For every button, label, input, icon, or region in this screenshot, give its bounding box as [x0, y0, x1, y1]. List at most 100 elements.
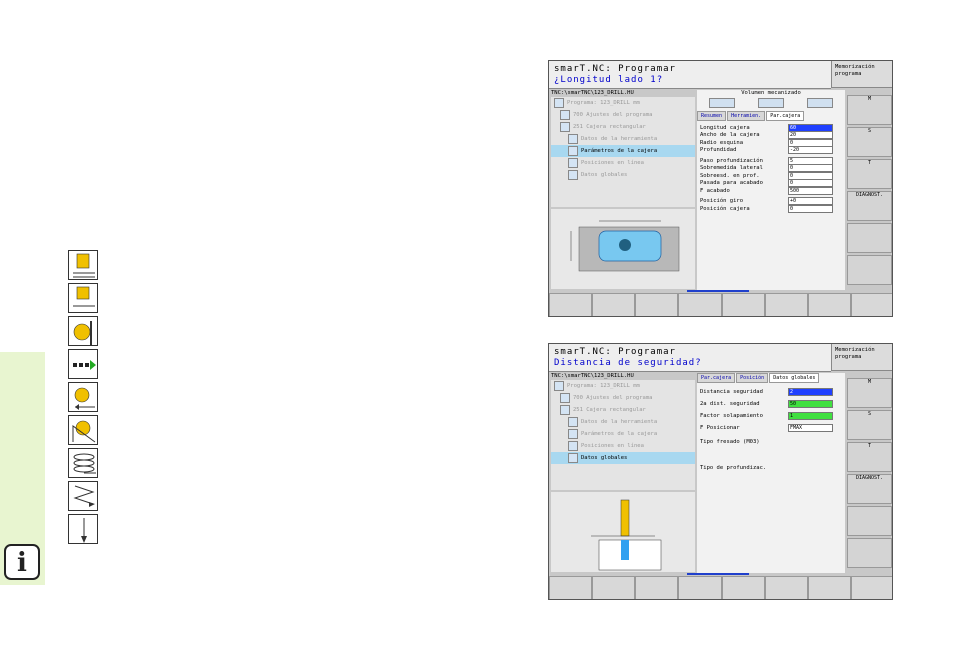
settings-icon [560, 393, 570, 403]
softkey[interactable] [850, 576, 892, 599]
screen-header: smarT.NC: Programar Distancia de segurid… [549, 344, 831, 372]
screen-title: smarT.NC: Programar [554, 64, 676, 74]
tab-herramien[interactable]: Herramien. [727, 111, 766, 121]
cycle-icon-column [68, 250, 98, 547]
tab-par-cajera[interactable]: Par.cajera [766, 111, 805, 121]
field-row: Factor solapamiento 1 [697, 410, 845, 422]
side-button-m[interactable]: M [847, 95, 892, 125]
file-path: TNC:\smarTNC\123_DRILL.HU [551, 373, 634, 379]
tree-item[interactable]: 251 Cajera rectangular [551, 121, 695, 133]
form-tabs: Par.cajera Posición Datos globales [697, 373, 845, 383]
side-button-t[interactable]: T [847, 442, 892, 472]
parameter-form: Par.cajera Posición Datos globales Dista… [697, 373, 845, 573]
arrow-down-icon [68, 514, 98, 544]
side-button-empty[interactable] [847, 506, 892, 536]
help-graphic [551, 492, 695, 572]
field-row: 2a dist. seguridad 50 [697, 398, 845, 410]
field-value[interactable]: 0 [788, 204, 833, 213]
tab-resumen[interactable]: Resumen [697, 111, 727, 121]
screen-header: smarT.NC: Programar ¿Longitud lado 1? [549, 61, 831, 89]
pocket-icon [560, 405, 570, 415]
volume-label: Volumen mecanizado [741, 90, 801, 96]
side-button-diagnost[interactable]: DIAGNOST. [847, 474, 892, 504]
tool-icon [568, 417, 578, 427]
volume-option-icon[interactable] [807, 98, 834, 108]
field-value[interactable]: FMAX [788, 424, 833, 432]
dialog-question: ¿Longitud lado 1? [554, 75, 664, 85]
field-value[interactable]: 50 [788, 400, 833, 408]
settings-icon [560, 110, 570, 120]
tree-item[interactable]: Datos de la herramienta [551, 133, 695, 145]
side-button-empty[interactable] [847, 255, 892, 285]
pocket-params-icon [568, 429, 578, 439]
globe-icon [568, 453, 578, 463]
tree-item[interactable]: Posiciones en línea [551, 157, 695, 169]
softkey[interactable] [678, 293, 722, 316]
softkey[interactable] [850, 293, 892, 316]
positions-icon [568, 441, 578, 451]
field-row: F Posicionar FMAX [697, 422, 845, 434]
pocket-icon [68, 316, 98, 346]
file-path: TNC:\smarTNC\123_DRILL.HU [551, 90, 634, 96]
field-value[interactable]: 500 [788, 186, 833, 195]
side-button-s[interactable]: S [847, 127, 892, 157]
side-button-empty[interactable] [847, 538, 892, 568]
tool-icon [568, 134, 578, 144]
side-button-s[interactable]: S [847, 410, 892, 440]
field-row: Tipo fresado (M03) [700, 439, 760, 445]
softkey[interactable] [635, 576, 679, 599]
softkey[interactable] [807, 293, 851, 316]
side-button-m[interactable]: M [847, 378, 892, 408]
tree-item[interactable]: Programa: 123_DRILL mm [551, 97, 695, 109]
softkey[interactable] [807, 576, 851, 599]
tree-item[interactable]: Datos de la herramienta [551, 416, 695, 428]
tab-posicion[interactable]: Posición [736, 373, 769, 383]
program-tree: Programa: 123_DRILL mm 700 Ajustes del p… [551, 97, 695, 207]
tree-item[interactable]: 700 Ajustes del programa [551, 109, 695, 121]
field-row: Tipo de profundizac. [700, 465, 767, 471]
drill-icon [68, 250, 98, 280]
softkey-bar [549, 576, 892, 599]
tree-item[interactable]: Parámetros de la cajera [551, 428, 695, 440]
field-value[interactable]: -20 [788, 146, 833, 155]
softkey[interactable] [549, 576, 593, 599]
softkey[interactable] [721, 293, 765, 316]
softkey[interactable] [549, 293, 593, 316]
field-value[interactable]: 2 [788, 388, 833, 396]
tab-par-cajera[interactable]: Par.cajera [697, 373, 736, 383]
mode-indicator: Memorización programa [831, 344, 892, 371]
softkey-bar [549, 293, 892, 316]
softkey[interactable] [592, 293, 636, 316]
tab-datos-globales[interactable]: Datos globales [769, 373, 820, 383]
tree-item[interactable]: Programa: 123_DRILL mm [551, 380, 695, 392]
program-tree: Programa: 123_DRILL mm 700 Ajustes del p… [551, 380, 695, 490]
softkey[interactable] [764, 293, 808, 316]
volume-options[interactable] [697, 97, 845, 109]
volume-option-icon[interactable] [708, 98, 735, 108]
side-button-empty[interactable] [847, 223, 892, 253]
softkey[interactable] [721, 576, 765, 599]
softkey[interactable] [764, 576, 808, 599]
softkey[interactable] [635, 293, 679, 316]
program-icon [554, 381, 564, 391]
softkey-page-indicator [687, 573, 749, 575]
tree-item[interactable]: Datos globales [551, 169, 695, 181]
screen-title: smarT.NC: Programar [554, 347, 676, 357]
tree-item[interactable]: 700 Ajustes del programa [551, 392, 695, 404]
field-row: Posición cajera 0 [697, 204, 845, 213]
tree-item[interactable]: Parámetros de la cajera [551, 145, 695, 157]
positions-icon [568, 158, 578, 168]
side-button-diagnost[interactable]: DIAGNOST. [847, 191, 892, 221]
side-button-t[interactable]: T [847, 159, 892, 189]
softkey[interactable] [678, 576, 722, 599]
parameter-form: Volumen mecanizado Resumen Herramien. Pa… [697, 90, 845, 290]
helix-icon [68, 448, 98, 478]
volume-option-icon[interactable] [757, 98, 784, 108]
softkey[interactable] [592, 576, 636, 599]
field-row: Distancia seguridad 2 [697, 386, 845, 398]
tree-item[interactable]: Datos globales [551, 452, 695, 464]
field-value[interactable]: 1 [788, 412, 833, 420]
tree-item[interactable]: Posiciones en línea [551, 440, 695, 452]
dialog-question: Distancia de seguridad? [554, 358, 702, 368]
tree-item[interactable]: 251 Cajera rectangular [551, 404, 695, 416]
